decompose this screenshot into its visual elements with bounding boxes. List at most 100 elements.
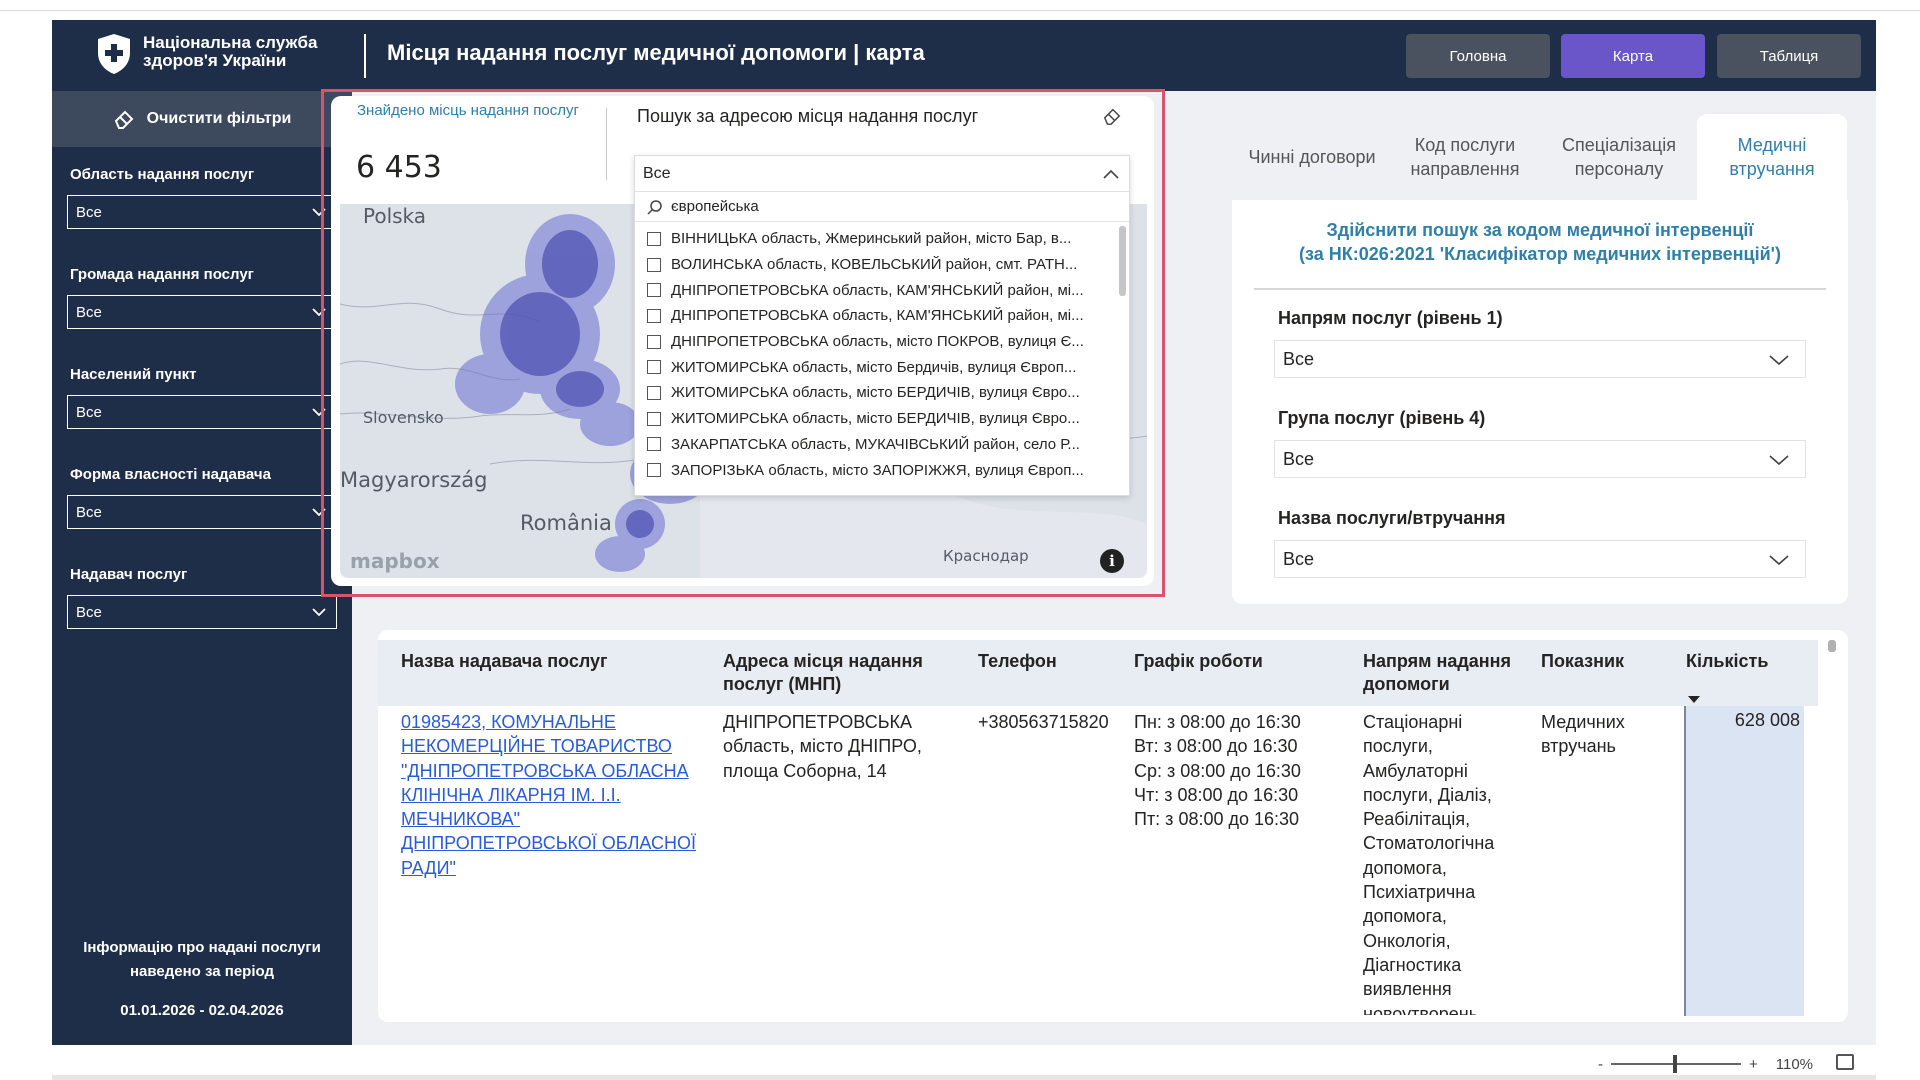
column-header-phone[interactable]: Телефон bbox=[978, 650, 1098, 673]
fit-to-page-icon[interactable] bbox=[1836, 1054, 1854, 1070]
filter-label-community: Громада надання послуг bbox=[70, 266, 254, 283]
direction-value: Все bbox=[1283, 349, 1315, 369]
filter-community-select[interactable]: Все bbox=[67, 295, 337, 329]
address-selected-value: Все bbox=[643, 165, 671, 182]
address-option[interactable]: ВОЛИНСЬКА область, КОВЕЛЬСЬКИЙ район, см… bbox=[635, 252, 1129, 278]
found-count-label: Знайдено місць надання послуг bbox=[357, 102, 579, 119]
intervention-title-line1: Здійснити пошук за кодом медичної інтерв… bbox=[1326, 220, 1754, 240]
provider-link[interactable]: 01985423, КОМУНАЛЬНЕ НЕКОМЕРЦІЙНЕ ТОВАРИ… bbox=[401, 710, 701, 880]
zoom-out-button[interactable]: - bbox=[1598, 1056, 1603, 1073]
eraser-icon[interactable] bbox=[1102, 106, 1122, 126]
address-option[interactable]: ЖИТОМИРСЬКА область, місто БЕРДИЧІВ, вул… bbox=[635, 380, 1129, 406]
period-note: Інформацію про надані послуги наведено з… bbox=[83, 939, 321, 980]
table-header: Назва надавача послуг Адреса місця надан… bbox=[378, 640, 1818, 706]
column-header-provider[interactable]: Назва надавача послуг bbox=[401, 650, 701, 673]
page-title: Місця надання послуг медичної допомоги |… bbox=[387, 40, 925, 65]
checkbox[interactable] bbox=[647, 308, 661, 323]
checkbox[interactable] bbox=[647, 283, 661, 298]
zoom-in-button[interactable]: + bbox=[1749, 1056, 1758, 1073]
filter-region-value: Все bbox=[76, 204, 102, 221]
address-option-label: ДНІПРОПЕТРОВСЬКА область, КАМ'ЯНСЬКИЙ ра… bbox=[671, 307, 1084, 325]
filter-label-ownership: Форма власності надавача bbox=[70, 466, 271, 483]
map-label-polska: Polska bbox=[363, 204, 427, 228]
intervention-search-title: Здійснити пошук за кодом медичної інтерв… bbox=[1232, 218, 1848, 266]
address-option[interactable]: ДНІПРОПЕТРОВСЬКА область, КАМ'ЯНСЬКИЙ ра… bbox=[635, 303, 1129, 329]
address-option[interactable]: ЖИТОМИРСЬКА область, місто БЕРДИЧІВ, вул… bbox=[635, 406, 1129, 432]
column-header-address[interactable]: Адреса місця надання послуг (МНП) bbox=[723, 650, 943, 696]
filter-region-select[interactable]: Все bbox=[67, 195, 337, 229]
quantity-cell: 628 008 bbox=[1684, 706, 1804, 1016]
checkbox[interactable] bbox=[647, 257, 661, 272]
address-option[interactable]: ДНІПРОПЕТРОВСЬКА область, місто ПОКРОВ, … bbox=[635, 329, 1129, 355]
address-options-list: ВІННИЦЬКА область, Жмеринський район, мі… bbox=[635, 222, 1129, 495]
info-icon[interactable]: i bbox=[1100, 549, 1124, 573]
tab-referral-code[interactable]: Код послуги направлення bbox=[1390, 114, 1540, 200]
dropdown-scrollbar[interactable] bbox=[1119, 226, 1126, 296]
column-header-direction[interactable]: Напрям надання допомоги bbox=[1363, 650, 1533, 696]
tab-staff-specialization[interactable]: Спеціалізація персоналу bbox=[1544, 114, 1694, 200]
filter-ownership-select[interactable]: Все bbox=[67, 495, 337, 529]
filter-label-provider: Надавач послуг bbox=[70, 566, 188, 583]
direction-select[interactable]: Все bbox=[1274, 340, 1806, 378]
column-header-quantity[interactable]: Кількість bbox=[1686, 650, 1806, 673]
search-icon bbox=[647, 199, 662, 215]
clear-filters-button[interactable]: Очистити фільтри bbox=[52, 91, 352, 147]
filter-settlement-select[interactable]: Все bbox=[67, 395, 337, 429]
found-count-value: 6 453 bbox=[356, 150, 442, 185]
zoom-slider-thumb[interactable] bbox=[1673, 1055, 1677, 1073]
intervention-search-card: Здійснити пошук за кодом медичної інтерв… bbox=[1232, 200, 1848, 604]
eraser-icon bbox=[114, 110, 134, 129]
address-option-label: ДНІПРОПЕТРОВСЬКА область, місто ПОКРОВ, … bbox=[671, 333, 1084, 351]
schedule-line: Вт: з 08:00 до 16:30 bbox=[1134, 736, 1298, 757]
group-select[interactable]: Все bbox=[1274, 440, 1806, 478]
filter-settlement-value: Все bbox=[76, 404, 102, 421]
filter-provider-select[interactable]: Все bbox=[67, 595, 337, 629]
nav-table-button[interactable]: Таблиця bbox=[1717, 34, 1861, 78]
schedule-line: Ср: з 08:00 до 16:30 bbox=[1134, 760, 1301, 781]
checkbox[interactable] bbox=[647, 411, 661, 426]
address-select-head[interactable]: Все bbox=[635, 156, 1129, 192]
field-label-service-name: Назва послуги/втручання bbox=[1278, 508, 1506, 528]
org-name-line2: здоров'я України bbox=[143, 51, 287, 70]
checkbox[interactable] bbox=[647, 334, 661, 349]
address-search-dropdown[interactable]: Все європейська ВІННИЦЬКА область, Жмери… bbox=[634, 155, 1130, 496]
column-header-indicator[interactable]: Показник bbox=[1541, 650, 1671, 673]
address-search-title: Пошук за адресою місця надання послуг bbox=[637, 106, 979, 126]
table-scrollbar[interactable] bbox=[1828, 640, 1836, 652]
filter-community-value: Все bbox=[76, 304, 102, 321]
address-option[interactable]: ЗАКАРПАТСЬКА область, МУКАЧІВСЬКИЙ район… bbox=[635, 432, 1129, 458]
map-label-slovensko: Slovensko bbox=[363, 408, 444, 427]
column-header-schedule[interactable]: Графік роботи bbox=[1134, 650, 1334, 673]
group-value: Все bbox=[1283, 449, 1315, 469]
address-option[interactable]: ДНІПРОПЕТРОВСЬКА область, КАМ'ЯНСЬКИЙ ра… bbox=[635, 277, 1129, 303]
checkbox[interactable] bbox=[647, 437, 661, 452]
checkbox[interactable] bbox=[647, 360, 661, 375]
sort-desc-icon[interactable] bbox=[1688, 696, 1700, 703]
nszu-shield-icon bbox=[98, 34, 130, 74]
org-name: Національна служба здоров'я України bbox=[143, 34, 317, 70]
zoom-slider[interactable] bbox=[1611, 1055, 1741, 1073]
checkbox[interactable] bbox=[647, 231, 661, 246]
nav-home-button[interactable]: Головна bbox=[1406, 34, 1550, 78]
zoom-level: 110% bbox=[1775, 1055, 1814, 1073]
checkbox[interactable] bbox=[647, 463, 661, 478]
service-name-value: Все bbox=[1283, 549, 1315, 569]
service-name-select[interactable]: Все bbox=[1274, 540, 1806, 578]
address-cell: ДНІПРОПЕТРОВСЬКА область, місто ДНІПРО, … bbox=[723, 712, 922, 781]
schedule-cell: Пн: з 08:00 до 16:30 Вт: з 08:00 до 16:3… bbox=[1134, 710, 1344, 831]
field-label-direction: Напрям послуг (рівень 1) bbox=[1278, 308, 1503, 328]
address-search-query: європейська bbox=[671, 198, 759, 215]
address-option-label: ВІННИЦЬКА область, Жмеринський район, мі… bbox=[671, 230, 1072, 248]
address-option[interactable]: ЗАПОРІЗЬКА область, місто ЗАПОРІЖЖЯ, вул… bbox=[635, 457, 1129, 483]
address-option[interactable]: ВІННИЦЬКА область, Жмеринський район, мі… bbox=[635, 226, 1129, 252]
address-search-input[interactable]: європейська bbox=[635, 192, 1129, 222]
nav-map-button[interactable]: Карта bbox=[1561, 34, 1705, 78]
clear-filters-label: Очистити фільтри bbox=[146, 110, 292, 127]
phone-cell: +380563715820 bbox=[978, 712, 1109, 732]
tab-active-contracts[interactable]: Чинні договори bbox=[1237, 114, 1387, 200]
tab-medical-interventions[interactable]: Медичні втручання bbox=[1697, 114, 1847, 200]
header-bar: Національна служба здоров'я України Місц… bbox=[52, 20, 1876, 91]
address-option[interactable]: ЖИТОМИРСЬКА область, місто Бердичів, вул… bbox=[635, 354, 1129, 380]
providers-table: Назва надавача послуг Адреса місця надан… bbox=[378, 630, 1848, 1022]
checkbox[interactable] bbox=[647, 385, 661, 400]
